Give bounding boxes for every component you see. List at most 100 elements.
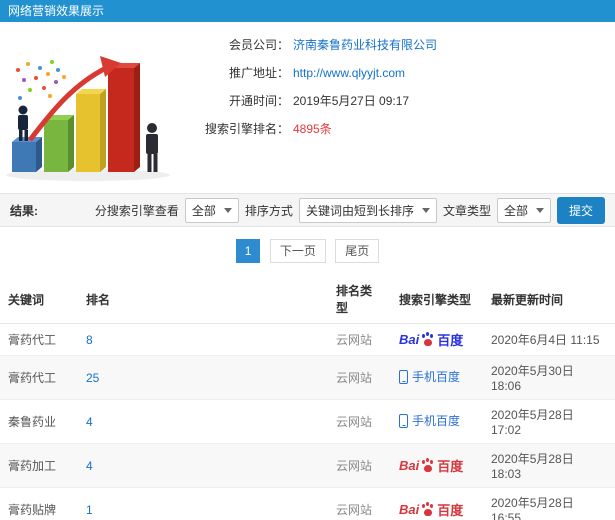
info-row-rank-count: 搜索引擎排名： 4895条 [185, 120, 615, 137]
info-row-open-time: 开通时间： 2019年5月27日 09:17 [185, 92, 615, 109]
engine-filter-label: 分搜索引擎查看 [94, 203, 179, 218]
engine-filter-select[interactable]: 全部 [184, 197, 239, 223]
open-time-value: 2019年5月27日 09:17 [293, 94, 410, 108]
results-table: 关键词 排名 排名类型 搜索引擎类型 最新更新时间 膏药代工 8 云网站 Bai 百度 2… [0, 275, 615, 520]
updated-cell: 2020年5月28日 18:03 [483, 443, 615, 488]
page-last[interactable]: 尾页 [335, 239, 380, 263]
rank-cell: 25 [78, 355, 328, 400]
header-rank-type: 排名类型 [328, 275, 391, 324]
sort-filter-value: 关键词由短到长排序 [305, 203, 414, 218]
mobile-baidu-logo: 手机百度 [399, 412, 460, 429]
table-row: 膏药贴牌 1 云网站 Bai 百度 2020年5月28日 16:55 [0, 487, 615, 520]
phone-icon [399, 369, 408, 384]
growth-arrow-icon [28, 56, 121, 142]
results-table-body: 膏药代工 8 云网站 Bai 百度 2020年6月4日 11:15 膏药代工 25 云网站 手机百… [0, 323, 615, 520]
result-label: 结果: [10, 203, 38, 218]
submit-button[interactable]: 提交 [556, 196, 605, 224]
promo-url-link[interactable]: http://www.qlyyjt.com [293, 66, 405, 80]
header-engine-type: 搜索引擎类型 [391, 275, 483, 324]
baidu-logo: Bai 百度 [399, 330, 463, 349]
rank-cell: 4 [78, 443, 328, 488]
header-rank: 排名 [78, 275, 328, 324]
paw-icon [421, 459, 435, 473]
updated-cell: 2020年5月28日 16:55 [483, 487, 615, 520]
rank-cell: 1 [78, 487, 328, 520]
chevron-down-icon [535, 207, 544, 213]
rank-cell: 8 [78, 323, 328, 356]
keyword-cell: 膏药代工 [0, 323, 78, 356]
open-time-label: 开通时间： [228, 94, 289, 108]
sort-filter-select[interactable]: 关键词由短到长排序 [298, 197, 437, 223]
updated-cell: 2020年5月30日 18:06 [483, 355, 615, 400]
filter-bar: 结果: 分搜索引擎查看 全部 排序方式 关键词由短到长排序 文章类型 全部 提交 [0, 193, 615, 227]
table-row: 膏药代工 25 云网站 手机百度 2020年5月30日 18:06 [0, 355, 615, 400]
bars [12, 63, 140, 172]
marketing-chart-illustration [0, 22, 185, 187]
engine-cell: Bai 百度 [391, 443, 483, 488]
article-type-label: 文章类型 [442, 203, 491, 218]
keyword-cell: 膏药代工 [0, 355, 78, 400]
confetti-dots [16, 60, 66, 100]
window-title-bar: 网络营销效果展示 [0, 0, 615, 22]
rank-type-cell: 云网站 [328, 399, 391, 444]
rank-type-cell: 云网站 [328, 355, 391, 400]
baidu-logo: Bai 百度 [399, 500, 463, 519]
businessman-left [18, 105, 28, 141]
updated-cell: 2020年5月28日 17:02 [483, 399, 615, 444]
table-row: 膏药加工 4 云网站 Bai 百度 2020年5月28日 18:03 [0, 443, 615, 488]
rank-type-cell: 云网站 [328, 323, 391, 356]
member-info: 会员公司： 济南秦鲁药业科技有限公司 推广地址： http://www.qlyy… [185, 22, 615, 187]
baidu-logo: Bai 百度 [399, 456, 463, 475]
page-current[interactable]: 1 [235, 239, 261, 263]
page-next[interactable]: 下一页 [269, 239, 326, 263]
table-header-row: 关键词 排名 排名类型 搜索引擎类型 最新更新时间 [0, 275, 615, 324]
engine-cell: 手机百度 [391, 399, 483, 444]
businessman-right [146, 123, 158, 172]
rank-cell: 4 [78, 399, 328, 444]
paw-icon [421, 503, 435, 517]
chevron-down-icon [223, 207, 232, 213]
baidu-logo-cn: 百度 [437, 503, 464, 518]
chevron-down-icon [421, 207, 430, 213]
phone-icon [399, 413, 408, 428]
rank-count-value: 4895条 [293, 122, 332, 136]
mobile-baidu-label: 手机百度 [412, 414, 461, 429]
bar-chart-graphic [6, 56, 170, 181]
rank-type-cell: 云网站 [328, 487, 391, 520]
article-type-select[interactable]: 全部 [496, 197, 551, 223]
info-row-url: 推广地址： http://www.qlyyjt.com [185, 64, 615, 81]
rank-link[interactable]: 4 [86, 459, 93, 473]
rank-link[interactable]: 1 [86, 503, 93, 517]
engine-filter-value: 全部 [191, 203, 216, 218]
summary-panel: 会员公司： 济南秦鲁药业科技有限公司 推广地址： http://www.qlyy… [0, 22, 615, 187]
baidu-logo-cn: 百度 [437, 333, 464, 348]
table-row: 秦鲁药业 4 云网站 手机百度 2020年5月28日 17:02 [0, 399, 615, 444]
rank-link[interactable]: 25 [86, 371, 99, 385]
engine-cell: 手机百度 [391, 355, 483, 400]
baidu-logo-latin: Bai [399, 502, 420, 517]
rank-type-cell: 云网站 [328, 443, 391, 488]
rank-count-label: 搜索引擎排名： [204, 122, 289, 136]
rank-link[interactable]: 8 [86, 333, 93, 347]
header-keyword: 关键词 [0, 275, 78, 324]
company-label: 会员公司： [228, 38, 289, 52]
keyword-cell: 膏药加工 [0, 443, 78, 488]
engine-cell: Bai 百度 [391, 487, 483, 520]
mobile-baidu-label: 手机百度 [412, 370, 461, 385]
baidu-logo-latin: Bai [399, 332, 420, 347]
keyword-cell: 膏药贴牌 [0, 487, 78, 520]
header-updated: 最新更新时间 [483, 275, 615, 324]
pagination: 1 下一页 尾页 [0, 239, 615, 263]
paw-icon [421, 333, 435, 347]
sort-filter-label: 排序方式 [244, 203, 293, 218]
info-row-company: 会员公司： 济南秦鲁药业科技有限公司 [185, 36, 615, 53]
keyword-cell: 秦鲁药业 [0, 399, 78, 444]
article-type-value: 全部 [503, 203, 528, 218]
engine-cell: Bai 百度 [391, 323, 483, 356]
baidu-logo-latin: Bai [399, 458, 420, 473]
table-row: 膏药代工 8 云网站 Bai 百度 2020年6月4日 11:15 [0, 323, 615, 356]
mobile-baidu-logo: 手机百度 [399, 368, 460, 385]
company-link[interactable]: 济南秦鲁药业科技有限公司 [293, 36, 437, 53]
rank-link[interactable]: 4 [86, 415, 93, 429]
updated-cell: 2020年6月4日 11:15 [483, 323, 615, 356]
